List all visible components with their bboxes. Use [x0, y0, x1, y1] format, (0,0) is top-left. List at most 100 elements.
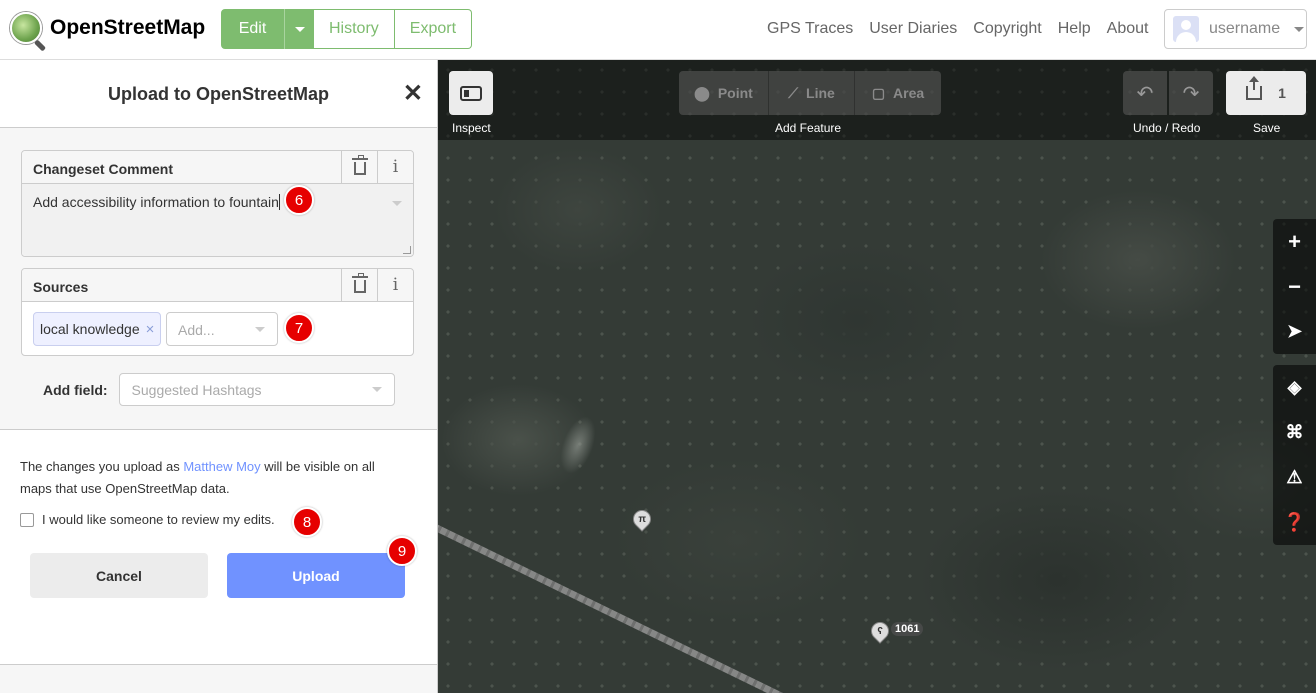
history-button[interactable]: History [314, 9, 395, 49]
field-info-button[interactable]: i [377, 269, 413, 301]
map-clearing [553, 411, 603, 479]
info-icon: i [392, 275, 399, 295]
add-point-button[interactable]: ⬤ Point [679, 71, 769, 115]
changeset-comment-input[interactable]: Add accessibility information to fountai… [22, 184, 413, 256]
sources-field: Sources i local knowledge × Add... [21, 268, 414, 356]
trash-icon [351, 273, 368, 293]
zoom-in-button[interactable]: + [1273, 219, 1316, 264]
zoom-in-icon: + [1288, 228, 1301, 254]
export-button[interactable]: Export [394, 9, 473, 49]
upload-button[interactable]: Upload [227, 553, 405, 598]
picnic-table-icon: π [638, 513, 646, 525]
undo-button[interactable]: ↶ [1123, 71, 1167, 115]
secondary-nav: GPS Traces User Diaries Copyright Help A… [767, 20, 1148, 38]
nav-link-copyright[interactable]: Copyright [973, 20, 1041, 38]
site-logo[interactable]: OpenStreetMap [10, 12, 205, 44]
sidebar-header: Upload to OpenStreetMap ✕ [0, 60, 437, 128]
line-icon: ⟋ [788, 84, 799, 101]
inspect-label: Inspect [452, 121, 491, 135]
issues-button[interactable]: ⚠ [1273, 455, 1316, 500]
top-navbar: OpenStreetMap Edit History Export GPS Tr… [0, 0, 1316, 60]
map-pin-icon: ʕ [867, 618, 893, 644]
nav-link-gps-traces[interactable]: GPS Traces [767, 20, 853, 38]
cancel-button[interactable]: Cancel [30, 553, 208, 598]
add-line-button[interactable]: ⟋ Line [769, 71, 855, 115]
chevron-down-icon [1294, 26, 1305, 32]
text-cursor [278, 194, 280, 210]
field-label-sources: Sources [33, 279, 89, 295]
warning-icon: ⚠ [1286, 467, 1303, 487]
avatar [1173, 16, 1199, 42]
nav-link-about[interactable]: About [1107, 20, 1149, 38]
layers-icon: ◈ [1287, 377, 1302, 397]
edit-button-group: Edit History Export [221, 9, 473, 49]
undo-redo-group: ↶ ↷ [1123, 71, 1213, 115]
review-request-row[interactable]: I would like someone to review my edits. [20, 512, 275, 527]
sources-body: local knowledge × Add... [22, 302, 413, 355]
remove-field-button[interactable] [341, 269, 377, 301]
zoom-out-icon: − [1288, 273, 1301, 299]
chevron-down-icon [371, 387, 382, 392]
info-icon: i [392, 157, 399, 177]
resize-handle-icon[interactable] [403, 246, 411, 254]
app-root: OpenStreetMap Edit History Export GPS Tr… [0, 0, 1316, 693]
map-panel-controls: ◈ ⌘ ⚠ ❓ [1273, 365, 1316, 545]
sources-add-combobox[interactable]: Add... [166, 312, 278, 346]
map-data-icon: ⌘ [1285, 422, 1304, 442]
redo-icon: ↷ [1182, 82, 1200, 105]
chevron-down-icon [392, 201, 402, 206]
upload-icon [1246, 76, 1263, 100]
field-info-button[interactable]: i [377, 151, 413, 183]
map-data-button[interactable]: ⌘ [1273, 410, 1316, 455]
source-chip: local knowledge × [33, 312, 162, 346]
undo-icon: ↶ [1136, 82, 1154, 105]
close-icon[interactable]: ✕ [403, 82, 423, 106]
redo-button[interactable]: ↷ [1169, 71, 1213, 115]
chevron-down-icon [294, 26, 305, 32]
background-layers-button[interactable]: ◈ [1273, 365, 1316, 410]
user-menu-button[interactable]: username [1164, 9, 1307, 49]
help-icon: ❓ [1283, 512, 1306, 532]
map-poi-fountain[interactable]: ʕ 1061 [867, 618, 924, 646]
upload-sidebar: Upload to OpenStreetMap ✕ Changeset Comm… [0, 60, 438, 693]
step-marker: 7 [284, 313, 314, 343]
save-button[interactable]: 1 [1226, 71, 1306, 115]
username-label: username [1209, 20, 1281, 37]
field-header: Changeset Comment i [22, 151, 413, 184]
save-label: Save [1253, 121, 1281, 135]
sidebar-toggle-icon [460, 85, 482, 101]
nav-link-user-diaries[interactable]: User Diaries [869, 20, 957, 38]
nav-link-help[interactable]: Help [1058, 20, 1091, 38]
save-count-badge: 1 [1278, 85, 1286, 101]
area-icon: ▢ [871, 84, 886, 101]
upload-footer: The changes you upload as Matthew Moy wi… [0, 429, 437, 665]
edit-button[interactable]: Edit [221, 9, 284, 49]
remove-chip-icon[interactable]: × [146, 321, 155, 338]
add-field-combobox[interactable]: Suggested Hashtags [118, 373, 395, 406]
edit-dropdown-toggle[interactable] [284, 9, 314, 49]
review-checkbox-label[interactable]: I would like someone to review my edits. [42, 512, 275, 527]
step-marker: 8 [292, 507, 322, 537]
help-button[interactable]: ❓ [1273, 500, 1316, 545]
map-pin-icon: π [629, 506, 655, 532]
trash-icon [351, 155, 368, 175]
changeset-comment-field: Changeset Comment i Add accessibility in… [21, 150, 414, 257]
inspect-toggle-button[interactable] [449, 71, 493, 115]
remove-field-button[interactable] [341, 151, 377, 183]
map-path-line [438, 515, 832, 693]
review-checkbox[interactable] [20, 512, 34, 527]
page-title: Upload to OpenStreetMap [107, 84, 329, 104]
map-poi-picnic[interactable]: π [629, 506, 655, 534]
map-canvas[interactable]: π ʕ 1061 Inspect ⬤ Point ⟋ Line ▢ Area Add … [438, 60, 1316, 693]
geolocate-button[interactable]: ➤ [1273, 309, 1316, 354]
user-profile-link[interactable]: Matthew Moy [183, 459, 260, 474]
field-header: Sources i [22, 269, 413, 302]
upload-notice: The changes you upload as Matthew Moy wi… [20, 459, 375, 496]
add-field-row: Add field: Suggested Hashtags [43, 373, 395, 406]
undo-redo-label: Undo / Redo [1133, 121, 1201, 135]
location-arrow-icon: ➤ [1286, 321, 1303, 341]
step-marker: 6 [284, 185, 314, 215]
changeset-comment-text: Add accessibility information to fountai… [33, 194, 280, 210]
zoom-out-button[interactable]: − [1273, 264, 1316, 309]
add-area-button[interactable]: ▢ Area [855, 71, 941, 115]
